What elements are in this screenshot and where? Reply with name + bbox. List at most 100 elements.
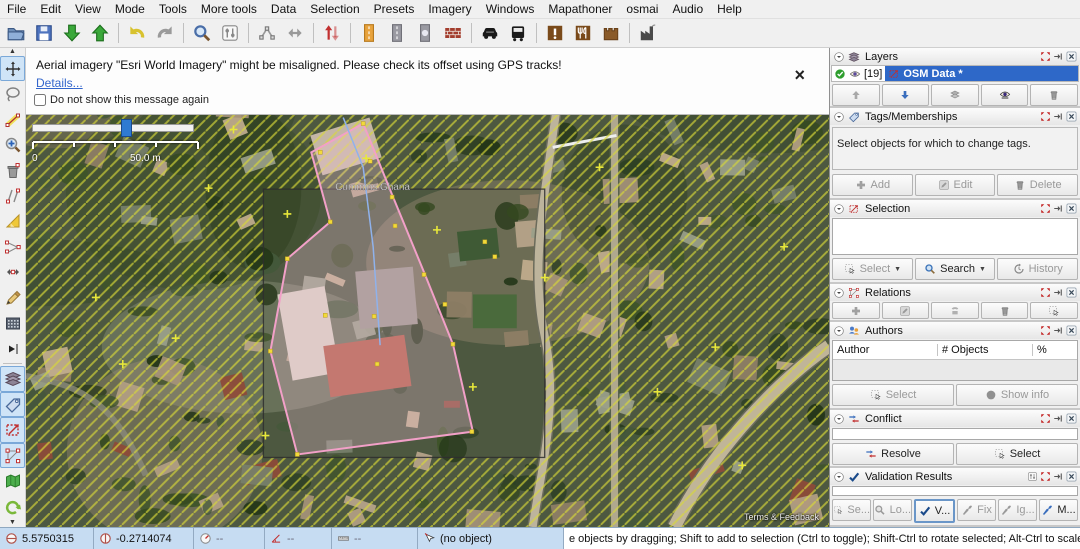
toggle-map-style[interactable] xyxy=(0,468,25,493)
reverse-way-button[interactable] xyxy=(318,20,346,46)
layer-delete-button[interactable] xyxy=(1030,84,1078,106)
edit-tag-button[interactable]: Edit xyxy=(914,174,996,196)
menu-osmai[interactable]: osmai xyxy=(619,2,665,16)
preset-wall-button[interactable] xyxy=(439,20,467,46)
toggle-layers-dialog[interactable] xyxy=(0,366,25,392)
layer-down-button[interactable] xyxy=(881,84,930,106)
unglue-ways-button[interactable] xyxy=(253,20,281,46)
pin-icon[interactable] xyxy=(1053,413,1064,424)
pin-icon[interactable] xyxy=(1053,51,1064,62)
pencil-tool[interactable] xyxy=(0,285,25,310)
preset-bus-button[interactable] xyxy=(504,20,532,46)
edit-relation-button[interactable] xyxy=(881,302,930,319)
toggle-tags-dialog[interactable] xyxy=(0,391,25,418)
preset-motorway-button[interactable] xyxy=(355,20,383,46)
pin-icon[interactable] xyxy=(1053,111,1064,122)
add-tag-button[interactable]: Add xyxy=(832,174,913,196)
delete-relation-button[interactable] xyxy=(980,302,1029,319)
lasso-select-tool[interactable] xyxy=(0,81,25,106)
validator-prefs-icon[interactable] xyxy=(1027,471,1038,482)
save-button[interactable] xyxy=(30,20,58,46)
close-icon[interactable] xyxy=(1066,325,1077,336)
layer-row-osm-data[interactable]: [19] OSM Data * xyxy=(831,65,1079,82)
preset-car-button[interactable] xyxy=(476,20,504,46)
imagery-attribution[interactable]: Terms & Feedback xyxy=(744,512,819,522)
layer-visibility-icon[interactable] xyxy=(849,68,861,80)
col-percent[interactable]: % xyxy=(1033,344,1077,356)
undock-icon[interactable] xyxy=(1040,413,1051,424)
toolbar-scroll-up[interactable]: ▲ xyxy=(9,48,16,56)
menu-edit[interactable]: Edit xyxy=(33,2,68,16)
close-icon[interactable] xyxy=(1066,287,1077,298)
preset-restaurant-button[interactable] xyxy=(569,20,597,46)
undock-icon[interactable] xyxy=(1040,51,1051,62)
validation-validate-button[interactable]: V... xyxy=(914,499,955,523)
pin-icon[interactable] xyxy=(1053,203,1064,214)
validation-fix-button[interactable]: Fix xyxy=(957,499,996,521)
collapse-icon[interactable] xyxy=(833,51,845,63)
authors-show-info-button[interactable]: Show info xyxy=(956,384,1078,406)
details-link[interactable]: Details... xyxy=(36,76,83,90)
extrude-tool[interactable] xyxy=(0,260,25,285)
menu-mode[interactable]: Mode xyxy=(108,2,152,16)
open-file-button[interactable] xyxy=(2,20,30,46)
authors-select-button[interactable]: Select xyxy=(832,384,954,406)
upload-data-button[interactable] xyxy=(86,20,114,46)
validation-select-button[interactable]: Se... xyxy=(832,499,871,521)
selection-history-button[interactable]: History xyxy=(997,258,1079,280)
redo-button[interactable] xyxy=(151,20,179,46)
close-icon[interactable] xyxy=(1066,203,1077,214)
collapse-icon[interactable] xyxy=(833,413,845,425)
col-objects[interactable]: # Objects xyxy=(938,344,1033,356)
collapse-icon[interactable] xyxy=(833,325,845,337)
menu-mapathoner[interactable]: Mapathoner xyxy=(541,2,619,16)
banner-close-icon[interactable]: × xyxy=(794,66,805,84)
close-icon[interactable] xyxy=(1066,51,1077,62)
menu-presets[interactable]: Presets xyxy=(367,2,422,16)
zoom-mode-tool[interactable] xyxy=(0,132,25,157)
selection-list[interactable] xyxy=(832,218,1078,255)
select-relation-button[interactable] xyxy=(1030,302,1078,319)
collapse-icon[interactable] xyxy=(833,203,845,215)
delete-tag-button[interactable]: Delete xyxy=(997,174,1079,196)
preset-castle-button[interactable] xyxy=(597,20,625,46)
expand-tools-button[interactable] xyxy=(0,336,25,361)
building-tool[interactable] xyxy=(0,311,25,336)
layer-visibility-button[interactable] xyxy=(980,84,1029,106)
duplicate-relation-button[interactable] xyxy=(931,302,979,319)
menu-view[interactable]: View xyxy=(68,2,108,16)
collapse-icon[interactable] xyxy=(833,111,845,123)
toggle-selection-dialog[interactable] xyxy=(0,417,25,443)
zoom-slider-handle[interactable] xyxy=(121,119,132,137)
authors-table[interactable]: Author # Objects % xyxy=(832,340,1078,381)
select-move-tool[interactable] xyxy=(0,56,25,82)
toggle-command-stack[interactable] xyxy=(0,494,25,519)
undock-icon[interactable] xyxy=(1040,203,1051,214)
menu-imagery[interactable]: Imagery xyxy=(421,2,478,16)
search-button[interactable] xyxy=(188,20,216,46)
undo-button[interactable] xyxy=(123,20,151,46)
preset-hazard-button[interactable] xyxy=(541,20,569,46)
improve-way-accuracy-tool[interactable] xyxy=(0,209,25,234)
toggle-relations-dialog[interactable] xyxy=(0,442,25,469)
selection-search-button[interactable]: Search ▼ xyxy=(914,258,996,280)
close-icon[interactable] xyxy=(1066,111,1077,122)
delete-mode-tool[interactable] xyxy=(0,158,25,183)
menu-tools[interactable]: Tools xyxy=(152,2,194,16)
menu-windows[interactable]: Windows xyxy=(479,2,542,16)
parallel-way-tool[interactable] xyxy=(0,183,25,208)
preset-road-node-button[interactable] xyxy=(411,20,439,46)
merge-nodes-tool[interactable] xyxy=(0,234,25,259)
preferences-button[interactable] xyxy=(216,20,244,46)
toolbar-scroll-down[interactable]: ▼ xyxy=(9,519,16,527)
undock-icon[interactable] xyxy=(1040,111,1051,122)
menu-data[interactable]: Data xyxy=(264,2,303,16)
menu-selection[interactable]: Selection xyxy=(303,2,366,16)
layer-merge-button[interactable] xyxy=(931,84,979,106)
map-canvas[interactable]: Cummins Ghana xyxy=(26,48,829,527)
close-icon[interactable] xyxy=(1066,471,1077,482)
dont-show-again-checkbox[interactable] xyxy=(34,94,46,106)
validation-lookup-button[interactable]: Lo... xyxy=(873,499,912,521)
preset-road-button[interactable] xyxy=(383,20,411,46)
undock-icon[interactable] xyxy=(1040,471,1051,482)
